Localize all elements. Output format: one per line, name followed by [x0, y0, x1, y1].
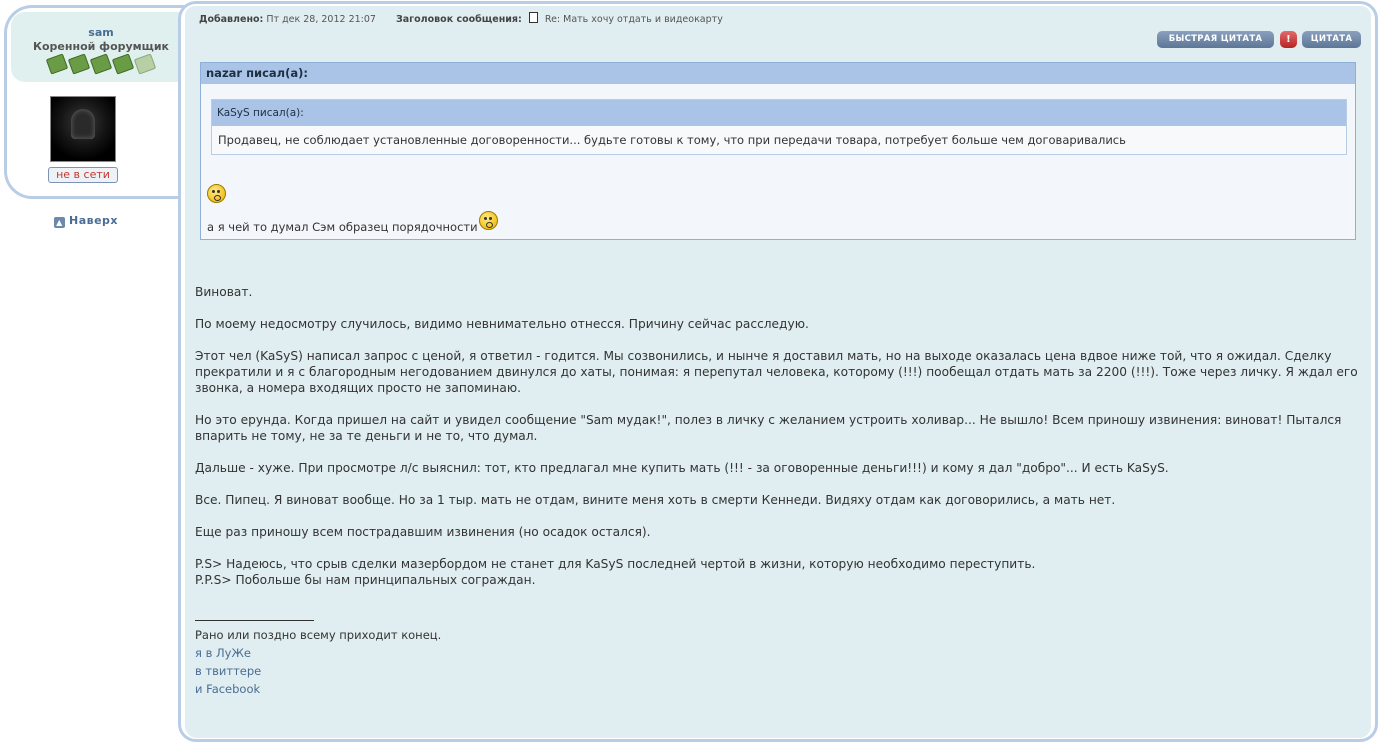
report-button[interactable]: !	[1280, 31, 1297, 48]
quote-text-content: а я чей то думал Сэм образец порядочност…	[207, 220, 478, 234]
post-paragraph: Все. Пипец. Я виноват вообще. Но за 1 ты…	[195, 493, 1116, 507]
arrow-up-icon: ▲	[54, 217, 65, 228]
nested-quote-block: KaSyS писал(а): Продавец, не соблюдает у…	[211, 99, 1347, 155]
online-status-badge: не в сети	[48, 167, 118, 183]
rank-stars	[11, 53, 191, 75]
nested-quote-text: Продавец, не соблюдает установленные дог…	[218, 133, 1126, 147]
back-to-top-label: Наверх	[69, 214, 119, 227]
post-body: Виноват. По моему недосмотру случилось, …	[195, 284, 1360, 588]
signature-link-facebook[interactable]: и Facebook	[195, 680, 441, 698]
post-paragraph: Еще раз приношу всем пострадавшим извине…	[195, 525, 651, 539]
post-paragraph: По моему недосмотру случилось, видимо не…	[195, 317, 809, 331]
rank-icon	[45, 53, 69, 75]
post-paragraph: Виноват.	[195, 285, 253, 299]
document-icon[interactable]	[528, 12, 538, 23]
quote-block: nazar писал(а): KaSyS писал(а): Продавец…	[200, 62, 1356, 240]
quote-button[interactable]: ЦИТАТА	[1302, 31, 1361, 48]
quote-author: nazar писал(а):	[201, 63, 1355, 84]
quick-quote-button[interactable]: БЫСТРАЯ ЦИТАТА	[1157, 31, 1274, 48]
nested-quote-author: KaSyS писал(а):	[212, 100, 1346, 126]
signature-divider	[195, 620, 314, 621]
post-paragraph: P.P.S> Побольше бы нам принципальных сог…	[195, 573, 536, 587]
post-paragraph: Но это ерунда. Когда пришел на сайт и ув…	[195, 413, 1342, 443]
post-date: Пт дек 28, 2012 21:07	[266, 14, 376, 25]
post-paragraph: Дальше - хуже. При просмотре л/с выяснил…	[195, 461, 1169, 475]
post-meta: Добавлено: Пт дек 28, 2012 21:07 Заголов…	[199, 12, 723, 25]
rank-icon	[67, 53, 91, 75]
post-paragraph: Этот чел (KaSyS) написал запрос с ценой,…	[195, 349, 1358, 395]
confused-smiley-icon	[479, 211, 498, 230]
subject-label: Заголовок сообщения:	[396, 14, 522, 25]
rank-icon	[111, 53, 135, 75]
author-header: sam Коренной форумщик	[11, 12, 191, 82]
back-to-top-link[interactable]: ▲ Наверх	[54, 214, 118, 228]
post-paragraph: P.S> Надеюсь, что срыв сделки мазербордо…	[195, 557, 1036, 571]
signature-link-twitter[interactable]: в твиттере	[195, 662, 441, 680]
avatar	[50, 96, 116, 162]
post-subject: Re: Мать хочу отдать и видеокарту	[544, 14, 723, 25]
shocked-smiley-icon	[207, 184, 226, 203]
rank-icon	[89, 53, 113, 75]
signature-link-luzhe[interactable]: я в ЛуЖе	[195, 644, 441, 662]
quote-text: а я чей то думал Сэм образец порядочност…	[207, 220, 478, 234]
author-rank: Коренной форумщик	[32, 40, 170, 53]
signature: Рано или поздно всему приходит конец. я …	[195, 626, 441, 698]
author-username[interactable]: sam	[11, 26, 191, 39]
rank-icon	[133, 53, 157, 75]
added-label: Добавлено:	[199, 14, 264, 25]
signature-text: Рано или поздно всему приходит конец.	[195, 628, 442, 642]
